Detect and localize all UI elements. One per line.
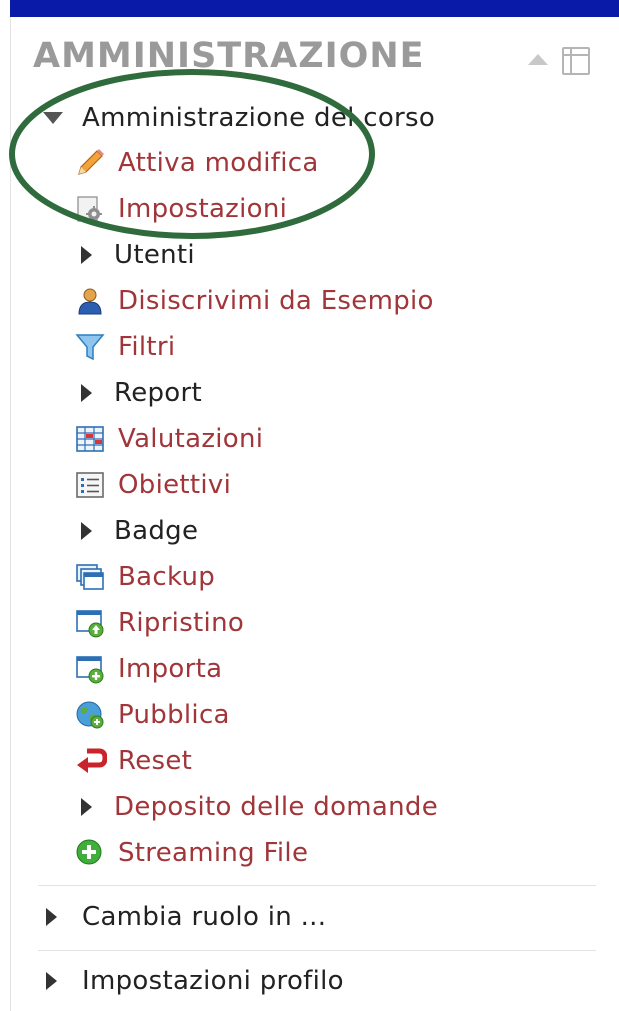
expand-arrow-icon (46, 972, 57, 990)
nav-item-label: Backup (118, 562, 216, 592)
nav-item-backup[interactable]: Backup (75, 557, 215, 597)
globe-icon (75, 700, 109, 730)
gradebook-icon (75, 424, 109, 454)
expand-arrow-icon (81, 798, 92, 816)
dock-block-icon[interactable] (562, 47, 590, 75)
nav-item-label: Report (114, 378, 202, 408)
nav-item-outcomes[interactable]: Obiettivi (75, 465, 231, 505)
nav-item-unenrol[interactable]: Disiscrivimi da Esempio (75, 281, 434, 321)
nav-item-label: Pubblica (118, 700, 230, 730)
profile-settings-node[interactable]: Impostazioni profilo (43, 961, 344, 1001)
highlight-ellipse-annotation (9, 69, 375, 239)
user-icon (75, 286, 109, 316)
nav-item-filters[interactable]: Filtri (75, 327, 175, 367)
nav-item-label: Obiettivi (118, 470, 232, 500)
profile-settings-label: Impostazioni profilo (82, 966, 344, 996)
switch-role-node[interactable]: Cambia ruolo in ... (43, 897, 326, 937)
top-color-bar (10, 0, 619, 17)
nav-item-label: Reset (118, 746, 193, 776)
collapse-block-icon[interactable] (528, 54, 548, 65)
nav-item-badges[interactable]: Badge (75, 511, 198, 551)
nav-item-reports[interactable]: Report (75, 373, 202, 413)
outcomes-list-icon (75, 470, 109, 500)
nav-item-publish[interactable]: Pubblica (75, 695, 230, 735)
nav-item-label: Disiscrivimi da Esempio (118, 286, 434, 316)
nav-item-label: Badge (114, 516, 199, 546)
nav-item-streaming-file[interactable]: Streaming File (75, 833, 308, 873)
nav-item-label: Streaming File (118, 838, 309, 868)
nav-item-reset[interactable]: Reset (75, 741, 192, 781)
nav-item-grades[interactable]: Valutazioni (75, 419, 263, 459)
nav-item-users[interactable]: Utenti (75, 235, 195, 275)
nav-item-label: Filtri (118, 332, 176, 362)
nav-item-label: Importa (118, 654, 223, 684)
nav-item-label: Ripristino (118, 608, 245, 638)
divider (38, 885, 596, 886)
import-icon (75, 654, 109, 684)
expand-arrow-icon (46, 908, 57, 926)
expand-arrow-icon (81, 522, 92, 540)
nav-item-label: Deposito delle domande (114, 792, 439, 822)
nav-item-import[interactable]: Importa (75, 649, 222, 689)
reset-arrow-icon (75, 746, 109, 776)
divider (38, 950, 596, 951)
backup-icon (75, 562, 109, 592)
expand-arrow-icon (81, 384, 92, 402)
nav-item-question-bank[interactable]: Deposito delle domande (75, 787, 438, 827)
nav-item-restore[interactable]: Ripristino (75, 603, 244, 643)
switch-role-label: Cambia ruolo in ... (82, 902, 327, 932)
nav-item-label: Utenti (114, 240, 195, 270)
restore-icon (75, 608, 109, 638)
nav-item-label: Valutazioni (118, 424, 264, 454)
expand-arrow-icon (81, 246, 92, 264)
green-plus-icon (75, 838, 109, 868)
funnel-icon (75, 332, 109, 362)
